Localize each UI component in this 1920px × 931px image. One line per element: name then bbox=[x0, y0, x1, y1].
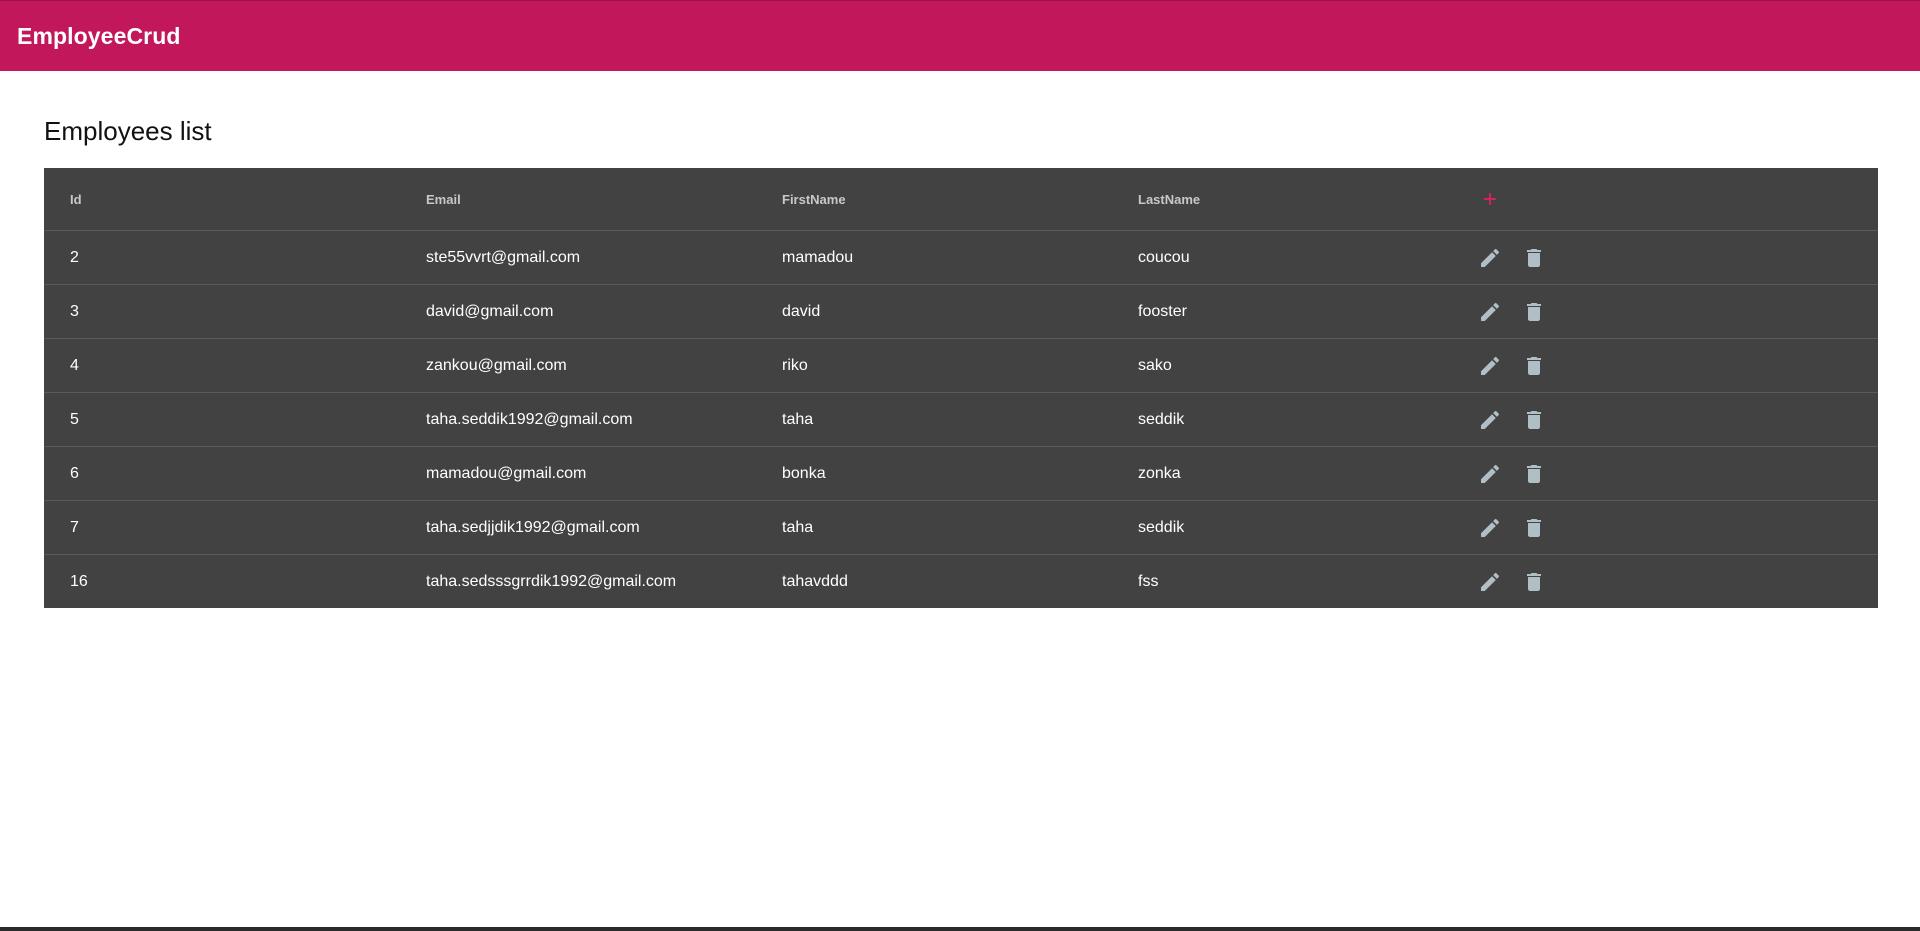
delete-button[interactable] bbox=[1518, 458, 1550, 490]
column-header-firstname: FirstName bbox=[756, 168, 1112, 231]
delete-button[interactable] bbox=[1518, 242, 1550, 274]
cell-actions bbox=[1468, 392, 1878, 447]
cell-id: 3 bbox=[44, 284, 400, 339]
cell-email: taha.seddik1992@gmail.com bbox=[400, 392, 756, 447]
cell-firstname: taha bbox=[756, 392, 1112, 447]
column-header-email: Email bbox=[400, 168, 756, 231]
trash-icon bbox=[1527, 248, 1541, 267]
trash-icon bbox=[1527, 356, 1541, 375]
app-title: EmployeeCrud bbox=[17, 22, 181, 49]
cell-actions bbox=[1468, 338, 1878, 393]
cell-lastname: coucou bbox=[1112, 230, 1468, 285]
cell-id: 4 bbox=[44, 338, 400, 393]
bottom-border bbox=[0, 927, 1920, 931]
table-row: 2 ste55vvrt@gmail.com mamadou coucou bbox=[44, 230, 1878, 285]
cell-lastname: seddik bbox=[1112, 392, 1468, 447]
cell-id: 5 bbox=[44, 392, 400, 447]
delete-button[interactable] bbox=[1518, 350, 1550, 382]
table-row: 4 zankou@gmail.com riko sako bbox=[44, 338, 1878, 393]
plus-icon bbox=[1484, 193, 1496, 205]
cell-email: mamadou@gmail.com bbox=[400, 446, 756, 501]
table-header-row: Id Email FirstName LastName bbox=[44, 168, 1878, 231]
edit-button[interactable] bbox=[1474, 350, 1506, 382]
cell-firstname: tahavddd bbox=[782, 572, 848, 590]
delete-button[interactable] bbox=[1518, 566, 1550, 598]
trash-icon bbox=[1527, 572, 1541, 591]
cell-actions bbox=[1468, 230, 1878, 285]
column-header-actions bbox=[1468, 168, 1878, 231]
edit-button[interactable] bbox=[1474, 404, 1506, 436]
cell-lastname: sako bbox=[1112, 338, 1468, 393]
cell-actions bbox=[1468, 446, 1878, 501]
table-row: 7 taha.sedjjdik1992@gmail.com taha seddik bbox=[44, 500, 1878, 555]
table-row: 16 taha.sedsssgrrdik1992@gmail.com tahavdd… bbox=[44, 555, 1878, 609]
cell-lastname: zonka bbox=[1112, 446, 1468, 501]
pencil-icon bbox=[1481, 464, 1500, 483]
cell-actions bbox=[1468, 555, 1878, 609]
cell-firstname: mamadou bbox=[756, 230, 1112, 285]
table-row: 6 mamadou@gmail.com bonka zonka bbox=[44, 446, 1878, 501]
delete-button[interactable] bbox=[1518, 512, 1550, 544]
cell-email: zankou@gmail.com bbox=[400, 338, 756, 393]
pencil-icon bbox=[1481, 518, 1500, 537]
column-header-lastname: LastName bbox=[1112, 168, 1468, 231]
edit-button[interactable] bbox=[1474, 296, 1506, 328]
edit-button[interactable] bbox=[1474, 242, 1506, 274]
pencil-icon bbox=[1481, 356, 1500, 375]
cell-lastname: seddik bbox=[1112, 500, 1468, 555]
cell-firstname: taha bbox=[756, 500, 1112, 555]
pencil-icon bbox=[1481, 248, 1500, 267]
cell-email: taha.sedjjdik1992@gmail.com bbox=[400, 500, 756, 555]
cell-id: 16 bbox=[70, 572, 88, 590]
trash-icon bbox=[1527, 518, 1541, 537]
cell-email: ste55vvrt@gmail.com bbox=[400, 230, 756, 285]
cell-id: 7 bbox=[44, 500, 400, 555]
cell-actions bbox=[1468, 284, 1878, 339]
edit-button[interactable] bbox=[1474, 512, 1506, 544]
cell-firstname: bonka bbox=[756, 446, 1112, 501]
app-toolbar: EmployeeCrud bbox=[0, 0, 1920, 71]
cell-email: taha.sedsssgrrdik1992@gmail.com bbox=[426, 572, 677, 590]
trash-icon bbox=[1527, 464, 1541, 483]
page-title: Employees list bbox=[44, 116, 212, 146]
employees-table: Id Email FirstName LastName 2 ste55vvrt@g… bbox=[44, 168, 1878, 608]
trash-icon bbox=[1527, 302, 1541, 321]
delete-button[interactable] bbox=[1518, 296, 1550, 328]
cell-actions bbox=[1468, 500, 1878, 555]
pencil-icon bbox=[1481, 302, 1500, 321]
cell-lastname: fooster bbox=[1112, 284, 1468, 339]
edit-button[interactable] bbox=[1474, 458, 1506, 490]
cell-id: 6 bbox=[44, 446, 400, 501]
table-row: 3 david@gmail.com david fooster bbox=[44, 284, 1878, 339]
column-header-id: Id bbox=[44, 168, 400, 231]
edit-button[interactable] bbox=[1474, 566, 1506, 598]
cell-firstname: riko bbox=[756, 338, 1112, 393]
trash-icon bbox=[1527, 410, 1541, 429]
pencil-icon bbox=[1481, 572, 1500, 591]
cell-id: 2 bbox=[44, 230, 400, 285]
add-employee-button[interactable] bbox=[1474, 183, 1506, 215]
delete-button[interactable] bbox=[1518, 404, 1550, 436]
cell-email: david@gmail.com bbox=[400, 284, 756, 339]
table-row: 5 taha.seddik1992@gmail.com taha seddik bbox=[44, 392, 1878, 447]
cell-lastname: fss bbox=[1138, 572, 1159, 590]
pencil-icon bbox=[1481, 410, 1500, 429]
cell-firstname: david bbox=[756, 284, 1112, 339]
